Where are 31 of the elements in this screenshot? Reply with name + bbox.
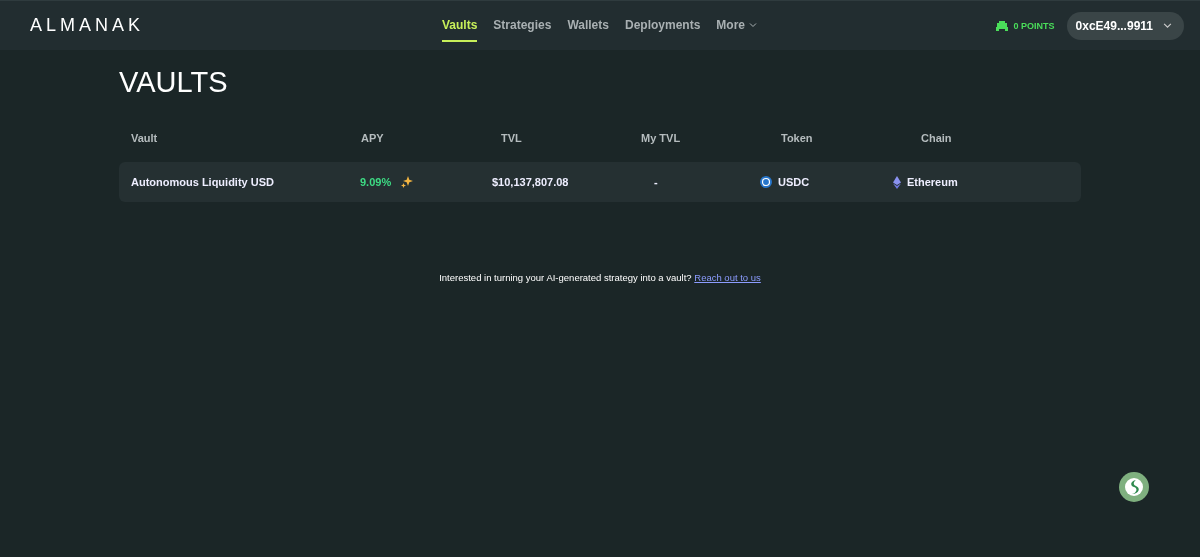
sparkle-icon: [401, 176, 414, 188]
invite-text: Interested in turning your AI-generated strategy into a vault? Reach out to us: [438, 272, 762, 283]
chain-value: Ethereum: [893, 175, 958, 189]
column-header: TVL: [501, 132, 522, 144]
diamond-icon: [893, 175, 901, 189]
column-header: My TVL: [641, 132, 681, 144]
vault-name: Autonomous Liquidity USD: [131, 176, 274, 188]
token-value: USDC: [760, 176, 810, 188]
vault-row[interactable]: Autonomous Liquidity USD 9.09% $10,137,807.08 - USDC Ethereum: [119, 162, 1081, 202]
wallet-button[interactable]: 0xcE49...9911: [1066, 11, 1184, 40]
brand-logo[interactable]: ALMANAK: [30, 15, 430, 36]
column-header: APY: [361, 132, 384, 144]
contact-link[interactable]: Reach out to us: [694, 272, 761, 283]
nav-tab[interactable]: Strategies: [493, 10, 552, 42]
tvl-value: $10,137,807.08: [492, 176, 569, 188]
nav-tab[interactable]: Vaults: [442, 10, 478, 42]
assistant-button[interactable]: [1119, 472, 1149, 502]
page-title: VAULTS: [119, 66, 229, 99]
swirl-icon: [1125, 478, 1143, 496]
nav-tab[interactable]: More: [716, 10, 757, 42]
points-badge[interactable]: 0 POINTS: [995, 20, 1055, 31]
my-tvl-value: -: [654, 176, 658, 188]
apy-value: 9.09%: [360, 176, 392, 188]
coin-icon: [760, 176, 772, 188]
column-header: Token: [781, 132, 813, 144]
column-header: Chain: [921, 132, 952, 144]
nav-tab[interactable]: Wallets: [567, 10, 609, 42]
invader-icon: [995, 20, 1008, 31]
column-header: Vault: [131, 132, 158, 144]
chevron-icon: [1163, 21, 1172, 30]
nav-tab[interactable]: Deployments: [624, 10, 701, 42]
